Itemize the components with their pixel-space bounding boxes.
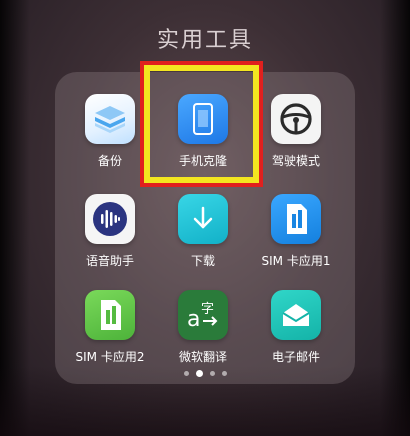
download-icon <box>178 194 228 244</box>
page-dot[interactable] <box>209 371 215 376</box>
app-driving-mode[interactable]: 驾驶模式 <box>246 80 346 180</box>
app-label: 下载 <box>190 254 215 268</box>
steering-wheel-icon <box>271 94 321 144</box>
sim-card-2-icon <box>85 290 135 340</box>
email-icon <box>271 290 321 340</box>
translator-icon: a 字 <box>178 290 228 340</box>
app-label: SIM 卡应用2 <box>75 350 145 364</box>
folder-title[interactable]: 实用工具 <box>0 22 410 54</box>
app-voice-assistant[interactable]: 语音助手 <box>60 180 160 280</box>
app-label: 语音助手 <box>85 254 134 268</box>
page-dot[interactable] <box>183 371 189 376</box>
app-label: 电子邮件 <box>271 350 320 364</box>
page-indicator[interactable] <box>0 370 410 377</box>
app-email[interactable]: 电子邮件 <box>246 276 346 376</box>
svg-text:a: a <box>187 307 200 332</box>
app-sim-card-2[interactable]: SIM 卡应用2 <box>60 276 160 376</box>
app-label: 微软翻译 <box>178 350 227 364</box>
page-dot-active[interactable] <box>195 370 203 377</box>
svg-text:字: 字 <box>201 302 214 317</box>
app-microsoft-translator[interactable]: a 字 微软翻译 <box>153 276 253 376</box>
page-dot[interactable] <box>221 371 227 376</box>
app-label: 驾驶模式 <box>271 154 320 168</box>
highlight-box <box>140 61 263 187</box>
app-download[interactable]: 下载 <box>153 180 253 280</box>
voice-assistant-icon <box>85 194 135 244</box>
app-sim-card-1[interactable]: SIM 卡应用1 <box>246 180 346 280</box>
backup-icon <box>85 94 135 144</box>
sim-card-1-icon <box>271 194 321 244</box>
app-label: SIM 卡应用1 <box>261 254 331 268</box>
